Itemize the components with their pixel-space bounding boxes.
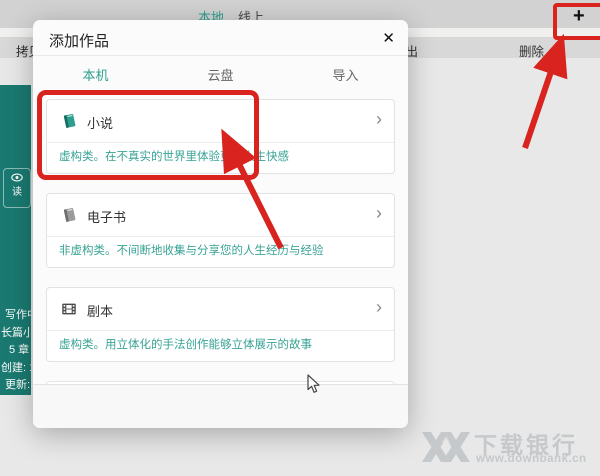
modal-footer — [33, 384, 408, 428]
novel-item-desc: 虚构类。在不真实的世界里体验更多人生快感 — [47, 143, 394, 173]
list-item-ebook: 电子书 › 非虚构类。不间断地收集与分享您的人生经历与经验 — [46, 193, 395, 268]
downbank-logo-icon — [422, 432, 470, 464]
script-item-button[interactable]: 剧本 › — [47, 288, 394, 330]
read-button-label: 读 — [12, 187, 22, 198]
chevron-right-icon: › — [376, 109, 382, 130]
novel-item-button[interactable]: 小说 › — [47, 100, 394, 142]
watermark-url: www.downbank.cn — [476, 453, 587, 465]
delete-button[interactable]: 删除 — [519, 41, 544, 60]
script-item-desc: 虚构类。用立体化的手法创作能够立体展示的故事 — [47, 331, 394, 361]
modal-tabs: 本机 云盘 导入 — [33, 56, 408, 92]
book-teal-icon — [60, 112, 78, 130]
modal-tab-cloud[interactable]: 云盘 — [158, 65, 283, 84]
ebook-item-desc: 非虚构类。不间断地收集与分享您的人生经历与经验 — [47, 237, 394, 267]
work-updated: 更新: 1 — [0, 377, 31, 395]
modal-tab-import[interactable]: 导入 — [283, 65, 408, 84]
work-type-list: 小说 › 虚构类。在不真实的世界里体验更多人生快感 电子书 › 非虚构类。不间 — [46, 92, 395, 384]
list-item-partial[interactable] — [46, 381, 395, 384]
work-status: 写作中 — [0, 307, 31, 325]
script-item-label: 剧本 — [87, 301, 113, 320]
ebook-item-label: 电子书 — [87, 207, 126, 226]
add-work-button[interactable]: + — [573, 6, 585, 26]
work-card-meta: 写作中 长篇小说 5 章 创建: 1 更新: 1 — [0, 307, 31, 395]
list-item-script: 剧本 › 虚构类。用立体化的手法创作能够立体展示的故事 — [46, 287, 395, 362]
work-created: 创建: 1 — [0, 360, 31, 378]
watermark: 下载银行 www.downbank.cn — [422, 424, 592, 470]
modal-titlebar: 添加作品 ✕ — [33, 20, 408, 55]
modal-tab-local[interactable]: 本机 — [33, 65, 158, 84]
close-icon[interactable]: ✕ — [382, 29, 395, 47]
list-item-novel: 小说 › 虚构类。在不真实的世界里体验更多人生快感 — [46, 99, 395, 174]
novel-item-label: 小说 — [87, 113, 113, 132]
book-gray-icon — [60, 206, 78, 224]
read-button[interactable]: 读 — [3, 168, 31, 208]
work-card[interactable]: 读 写作中 长篇小说 5 章 创建: 1 更新: 1 — [0, 85, 31, 395]
film-icon — [60, 300, 78, 318]
chevron-right-icon: › — [376, 203, 382, 224]
work-chapters: 5 章 — [0, 342, 31, 360]
ebook-item-button[interactable]: 电子书 › — [47, 194, 394, 236]
chevron-right-icon: › — [376, 297, 382, 318]
add-work-modal: 添加作品 ✕ 本机 云盘 导入 小说 › 虚构类。在不真实的世界里体验更多人生快… — [33, 20, 408, 428]
work-type: 长篇小说 — [0, 325, 31, 343]
modal-title: 添加作品 — [49, 30, 109, 51]
eye-icon — [11, 173, 23, 182]
